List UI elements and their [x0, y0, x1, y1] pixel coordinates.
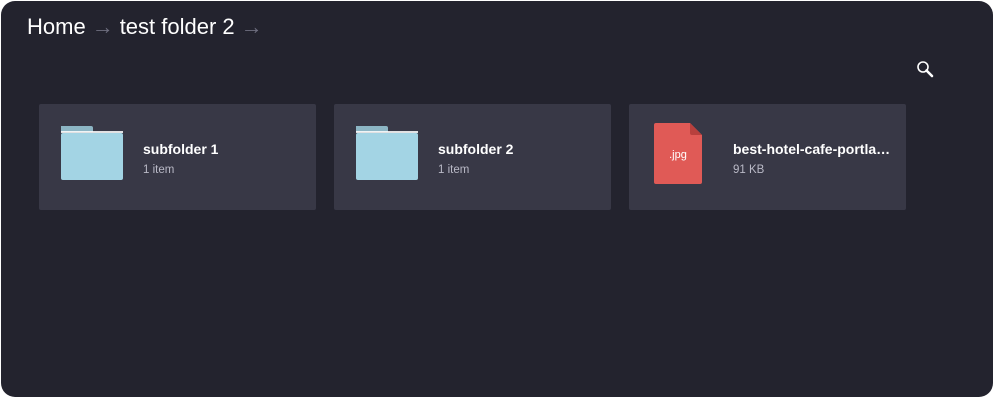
- file-extension-label: .jpg: [669, 149, 687, 161]
- breadcrumb-test-folder-2[interactable]: test folder 2: [120, 13, 235, 41]
- item-name: best-hotel-cafe-portlan…: [733, 141, 895, 157]
- breadcrumb-home[interactable]: Home: [27, 13, 86, 41]
- folder-icon: [354, 122, 418, 186]
- folder-tile-subfolder-2[interactable]: subfolder 2 1 item: [334, 104, 611, 210]
- file-tile-jpg[interactable]: .jpg best-hotel-cafe-portlan… 91 KB: [629, 104, 906, 210]
- search-icon: [917, 61, 934, 78]
- item-meta: 91 KB: [733, 164, 765, 176]
- item-name: subfolder 2: [438, 141, 514, 157]
- folder-icon: [59, 122, 123, 186]
- breadcrumb-separator: →: [91, 14, 114, 39]
- breadcrumb: Home → test folder 2 →: [27, 13, 269, 41]
- file-browser-window: Home → test folder 2 → subfolder 1 1 ite…: [1, 1, 993, 397]
- breadcrumb-separator: →: [240, 14, 263, 39]
- folder-tile-subfolder-1[interactable]: subfolder 1 1 item: [39, 104, 316, 210]
- item-grid: subfolder 1 1 item subfolder 2 1 item .j…: [39, 104, 906, 210]
- item-meta: 1 item: [438, 164, 470, 176]
- jpg-file-icon: .jpg: [649, 122, 713, 186]
- search-button[interactable]: [915, 59, 937, 81]
- item-name: subfolder 1: [143, 141, 219, 157]
- item-meta: 1 item: [143, 164, 175, 176]
